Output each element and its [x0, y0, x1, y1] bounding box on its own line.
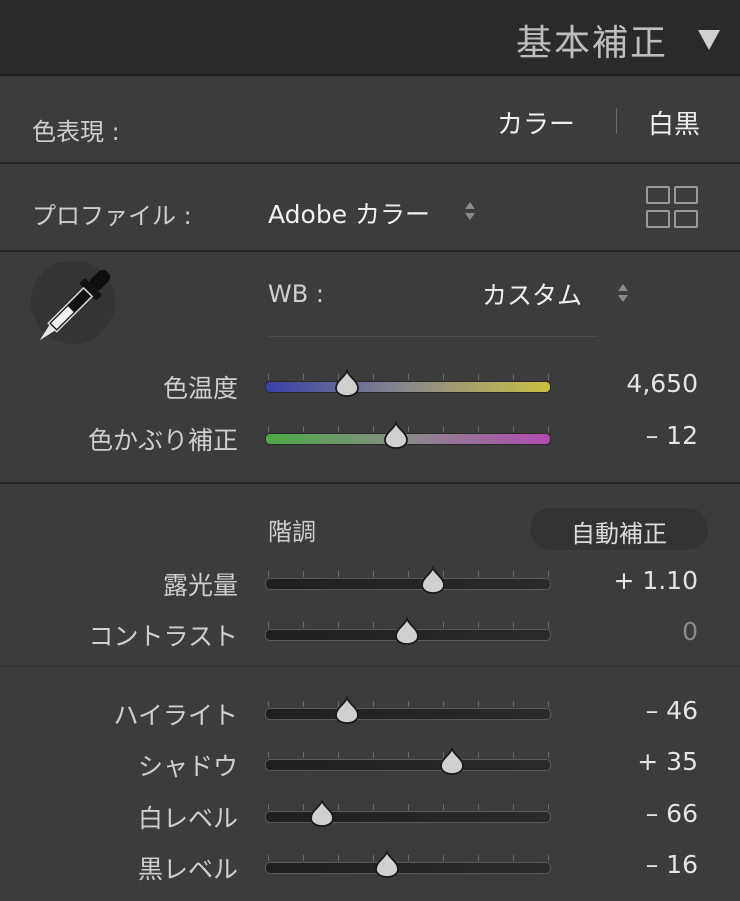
slider-label: 色温度 — [162, 374, 238, 403]
wb-updown-icon[interactable] — [618, 284, 628, 302]
treatment-bw-button[interactable]: 白黒 — [648, 104, 700, 141]
slider-thumb[interactable] — [393, 616, 421, 645]
auto-tone-button[interactable]: 自動補正 — [530, 508, 708, 550]
slider-label: 色かぶり補正 — [87, 426, 238, 455]
slider-track[interactable] — [265, 862, 551, 874]
slider-thumb[interactable] — [382, 420, 410, 449]
slider-thumb[interactable] — [333, 695, 361, 724]
slider-track[interactable] — [265, 381, 551, 393]
treatment-separator — [616, 108, 617, 134]
slider-track[interactable] — [265, 708, 551, 720]
grid-icon[interactable] — [646, 186, 698, 230]
slider-value[interactable]: – 12 — [646, 421, 698, 450]
panel-title: 基本補正 — [515, 23, 668, 64]
treatment-color-button[interactable]: カラー — [497, 104, 575, 141]
wb-underline — [268, 336, 598, 337]
slider-label: 黒レベル — [137, 855, 238, 884]
slider-ticks — [268, 701, 549, 707]
slider-thumb[interactable] — [308, 798, 336, 827]
slider-label: ハイライト — [113, 701, 238, 730]
slider-thumb[interactable] — [373, 849, 401, 878]
slider-value[interactable]: + 1.10 — [613, 566, 698, 595]
slider-label: 露光量 — [162, 571, 238, 600]
tone-label: 階調 — [268, 518, 316, 546]
wb-select[interactable]: カスタム — [482, 276, 582, 312]
panel-header[interactable]: 基本補正 — [0, 0, 740, 76]
divider — [0, 250, 740, 252]
slider-ticks — [268, 571, 549, 577]
divider — [0, 162, 740, 164]
profile-updown-icon[interactable] — [465, 202, 475, 220]
slider-label: 白レベル — [137, 804, 238, 833]
slider-track[interactable] — [265, 759, 551, 771]
auto-tone-label: 自動補正 — [571, 520, 667, 548]
slider-label: コントラスト — [88, 622, 238, 651]
wb-label: WB : — [268, 280, 324, 308]
slider-ticks — [268, 855, 549, 861]
profile-label: プロファイル : — [32, 202, 192, 230]
slider-value[interactable]: 4,650 — [626, 369, 698, 398]
slider-value[interactable]: 0 — [682, 617, 698, 646]
eyedropper-icon[interactable] — [28, 262, 118, 352]
divider — [0, 666, 740, 667]
divider — [0, 482, 740, 484]
slider-ticks — [268, 752, 549, 758]
slider-label: シャドウ — [137, 752, 238, 781]
slider-thumb[interactable] — [333, 368, 361, 397]
slider-value[interactable]: – 66 — [646, 799, 698, 828]
slider-track[interactable] — [265, 578, 551, 590]
basic-panel: 基本補正 色表現 : カラー 白黒 プロファイル : Adobe カラー WB … — [0, 0, 740, 901]
profile-select[interactable]: Adobe カラー — [268, 195, 430, 231]
triangle-down-icon[interactable] — [698, 30, 720, 50]
slider-value[interactable]: – 46 — [646, 696, 698, 725]
slider-thumb[interactable] — [419, 565, 447, 594]
slider-thumb[interactable] — [438, 746, 466, 775]
slider-ticks — [268, 374, 549, 380]
slider-value[interactable]: – 16 — [646, 850, 698, 879]
slider-value[interactable]: + 35 — [637, 747, 698, 776]
treatment-label: 色表現 : — [32, 118, 120, 146]
